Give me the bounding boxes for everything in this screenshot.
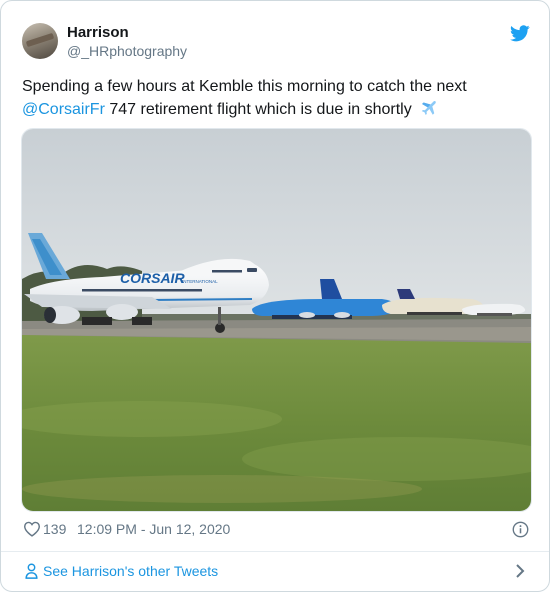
aircraft-livery-subtext: INTERNATIONAL [182, 279, 218, 284]
author-handle[interactable]: @_HRphotography [67, 43, 187, 59]
heart-icon[interactable] [23, 521, 41, 537]
tweet-text: Spending a few hours at Kemble this morn… [22, 75, 522, 121]
person-icon [25, 563, 38, 579]
tweet-timestamp[interactable]: 12:09 PM - Jun 12, 2020 [77, 521, 230, 537]
chevron-right-icon [516, 564, 525, 578]
like-count[interactable]: 139 [43, 521, 66, 537]
tweet-photo[interactable]: CORSAIR INTERNATIONAL [21, 128, 532, 512]
tweet-text-line1: Spending a few hours at Kemble this morn… [22, 78, 467, 95]
airplane-emoji-icon [421, 100, 436, 115]
info-icon[interactable] [512, 521, 529, 538]
author-avatar[interactable] [22, 23, 58, 59]
see-other-tweets-label: See Harrison's other Tweets [43, 563, 219, 579]
tweet-text-line2: 747 retirement flight which is due in sh… [104, 101, 412, 118]
aircraft-livery-text: CORSAIR [120, 270, 185, 286]
see-other-tweets-link[interactable]: See Harrison's other Tweets [1, 552, 549, 591]
mention-link[interactable]: @CorsairFr [22, 101, 105, 118]
author-display-name[interactable]: Harrison [67, 24, 129, 41]
tweet-card: Harrison @_HRphotography Spending a few … [0, 0, 550, 592]
twitter-bird-icon[interactable] [510, 25, 530, 42]
